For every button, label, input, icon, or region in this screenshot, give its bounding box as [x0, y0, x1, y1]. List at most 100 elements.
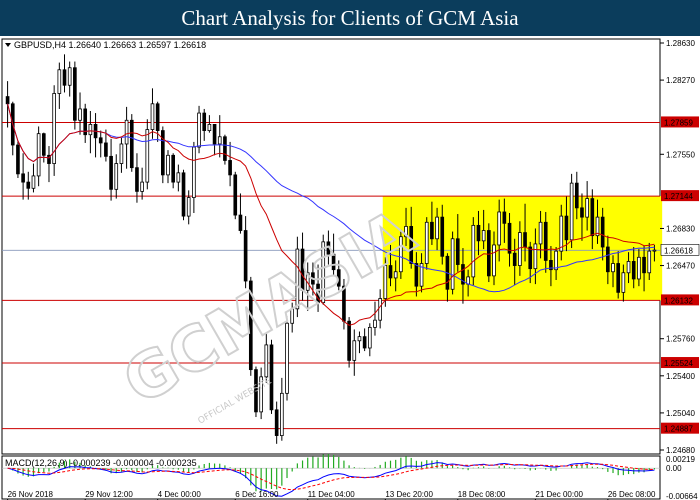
candle-bull [140, 181, 144, 192]
candle-bear [616, 263, 621, 293]
chart-area[interactable]: 1.28630 1.28270 1.27550 1.26830 1.26470 1.257… [0, 36, 700, 500]
candle-bull [166, 154, 170, 176]
candle-bear [41, 133, 46, 156]
candle-bull [207, 124, 212, 131]
candle-bear [590, 198, 595, 237]
candle-bull [637, 256, 641, 280]
macd-tick-label: -0.00664 [666, 492, 698, 500]
candle-bear [347, 320, 351, 361]
candle-bear [212, 124, 217, 145]
candle-bear [512, 252, 517, 266]
candle-bear [528, 246, 533, 270]
consolidation-box [382, 196, 663, 301]
price-tick-label: 1.26830 [666, 224, 695, 233]
level-tag-label: 1.26132 [664, 296, 693, 305]
candle-bear [507, 222, 512, 254]
candle-bull [554, 250, 558, 271]
price-tick-label: 1.28270 [666, 76, 695, 85]
symbol-info: GBPUSD,H4 1.26640 1.26663 1.26597 1.2661… [14, 40, 206, 50]
candle-bull [217, 136, 222, 145]
candle-bear [430, 221, 434, 240]
macd-info: MACD(12,26,9) -0.000239 -0.000004 -0.000… [5, 458, 197, 468]
current-price-label: 1.26618 [664, 246, 693, 255]
candle-bear [238, 214, 243, 231]
candle-bear [487, 230, 491, 277]
candle-bear [476, 224, 481, 242]
candle-bull [78, 108, 82, 121]
candle-bull [280, 392, 284, 436]
candle-bull [378, 298, 382, 321]
candle-bull [186, 197, 191, 217]
price-tick-label: 1.27550 [666, 150, 695, 159]
candle-bull [176, 172, 181, 183]
candle-bear [440, 216, 445, 257]
time-tick-label: 29 Nov 12:00 [85, 490, 133, 499]
candle-bull [497, 211, 501, 246]
candle-bear [223, 136, 227, 161]
candle-bear [181, 172, 186, 217]
candle-bear [26, 181, 31, 189]
candle-bear [574, 182, 579, 209]
candle-bear [104, 142, 108, 157]
candle-bull [124, 119, 129, 145]
candle-bear [16, 144, 20, 175]
time-tick-label: 4 Dec 00:00 [158, 490, 202, 499]
candle-bear [62, 69, 67, 86]
candle-bull [538, 221, 543, 245]
candle-bull [585, 198, 589, 218]
candle-bear [202, 112, 207, 131]
macd-tick-label: 0.00 [666, 464, 682, 473]
candle-bull [197, 112, 201, 148]
candle-bear [523, 232, 527, 248]
candle-bull [518, 232, 522, 266]
candle-bear [109, 155, 113, 190]
candle-bull [36, 133, 41, 177]
candle-bear [606, 246, 610, 273]
candle-bull [569, 182, 574, 241]
candle-bull [652, 249, 657, 252]
candle-bull [424, 221, 429, 264]
candle-bull [559, 215, 564, 252]
time-tick-label: 26 Nov 2018 [8, 490, 54, 499]
time-tick-label: 11 Dec 04:00 [308, 490, 356, 499]
candle-bear [631, 261, 636, 280]
candle-bull [192, 146, 196, 198]
candle-bull [119, 143, 124, 164]
candle-bear [543, 221, 548, 261]
candle-bear [274, 409, 279, 436]
candle-bear [580, 207, 584, 218]
macd-tick-label: 0.00219 [666, 455, 695, 464]
candle-bear [155, 103, 160, 131]
price-tick-label: 1.24680 [666, 446, 695, 455]
level-tag-label: 1.25524 [664, 359, 693, 368]
time-tick-label: 6 Dec 16:00 [235, 490, 279, 499]
price-tick-label: 1.26470 [666, 262, 695, 271]
consolidation-box-layer [382, 196, 663, 301]
candle-bull [611, 263, 615, 273]
candle-bull [373, 319, 377, 328]
candle-bull [647, 250, 652, 274]
candle-bull [67, 67, 72, 86]
price-tick-label: 1.25400 [666, 372, 695, 381]
page-title: Chart Analysis for Clients of GCM Asia [0, 0, 700, 36]
candle-bear [73, 67, 77, 121]
candle-bull [88, 124, 93, 136]
price-tick-label: 1.25040 [666, 409, 695, 418]
time-axis: 26 Nov 2018 29 Nov 12:00 4 Dec 00:00 6 Dec … [7, 490, 656, 500]
candle-bear [21, 173, 25, 183]
time-tick-label: 18 Dec 08:00 [458, 490, 506, 499]
candle-bull [481, 230, 486, 242]
level-tag-label: 1.27144 [664, 192, 693, 201]
price-axis: 1.28630 1.28270 1.27550 1.26830 1.26470 1.257… [660, 39, 700, 500]
candle-bear [362, 336, 367, 349]
candle-bear [564, 215, 569, 241]
candle-bull [626, 261, 631, 274]
candle-bear [642, 256, 646, 274]
candle-bear [455, 238, 460, 265]
candle-bull [471, 224, 476, 278]
candle-bull [114, 163, 119, 190]
candle-bull [352, 340, 357, 361]
candle-bear [243, 230, 248, 282]
level-tag-label: 1.24887 [664, 425, 693, 434]
candle-bull [145, 129, 150, 183]
